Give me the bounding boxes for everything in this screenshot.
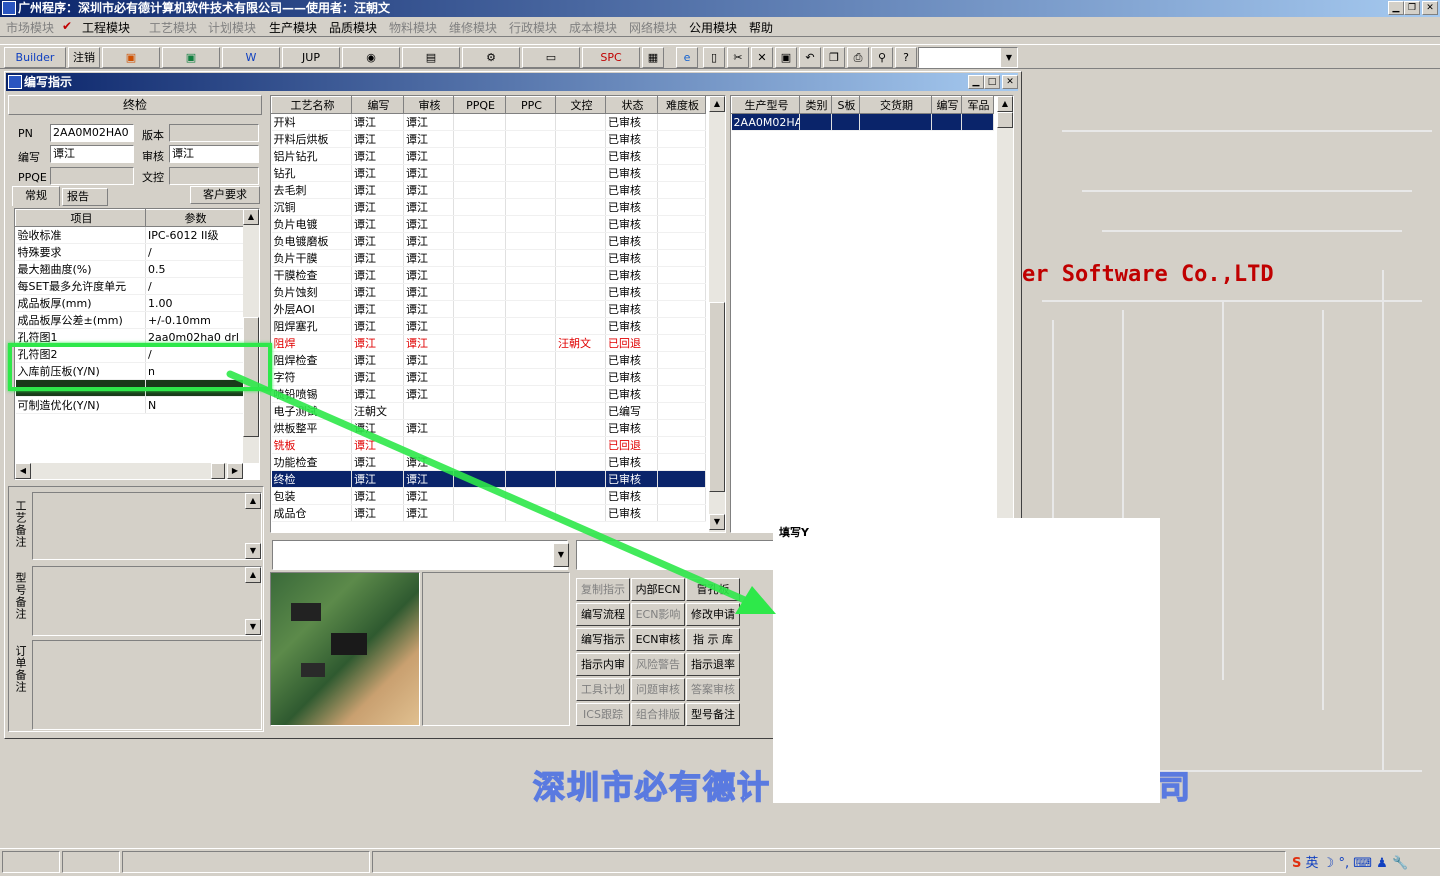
annotation-arrow xyxy=(226,370,776,614)
punctuation-icon[interactable]: °, xyxy=(1338,856,1349,871)
ime-toolbar[interactable]: S 英 ☽ °, ⌨ ♟ 🔧 xyxy=(1292,852,1438,872)
wrench-icon[interactable]: 🔧 xyxy=(1392,856,1408,871)
sogou-icon[interactable]: S xyxy=(1292,856,1301,871)
status-bar: S 英 ☽ °, ⌨ ♟ 🔧 xyxy=(0,848,1440,876)
ime-lang[interactable]: 英 xyxy=(1306,856,1319,871)
status-pane-4 xyxy=(372,851,1286,873)
status-pane-2 xyxy=(62,851,120,873)
moon-icon[interactable]: ☽ xyxy=(1323,856,1335,871)
user-icon[interactable]: ♟ xyxy=(1376,856,1388,871)
status-pane-1 xyxy=(2,851,60,873)
status-pane-3 xyxy=(122,851,370,873)
keyboard-icon[interactable]: ⌨ xyxy=(1353,856,1372,871)
